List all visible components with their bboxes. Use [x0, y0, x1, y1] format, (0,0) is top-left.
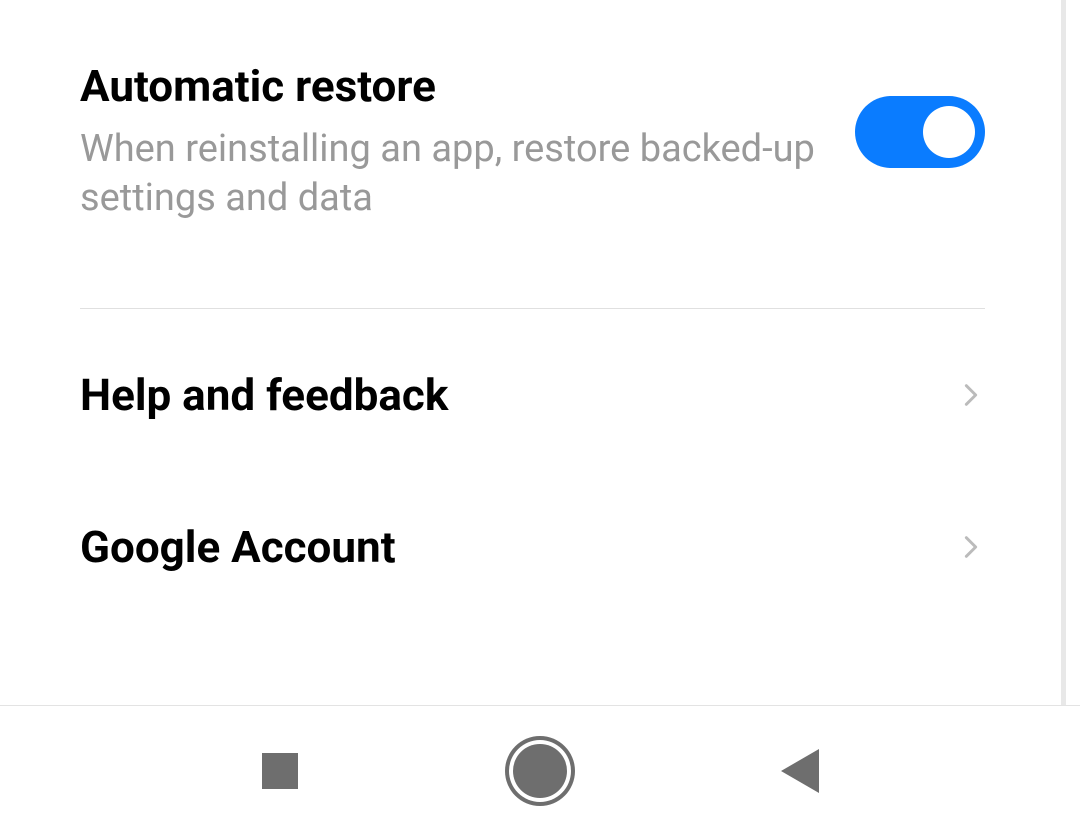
toggle-knob [923, 106, 975, 158]
home-button[interactable] [510, 741, 570, 801]
scrollbar-track [1061, 0, 1066, 705]
help-feedback-title: Help and feedback [80, 369, 448, 421]
triangle-icon [781, 749, 819, 793]
chevron-right-icon [957, 381, 985, 409]
automatic-restore-title: Automatic restore [80, 60, 815, 113]
automatic-restore-text: Automatic restore When reinstalling an a… [80, 60, 855, 224]
automatic-restore-subtitle: When reinstalling an app, restore backed… [80, 125, 815, 224]
google-account-row[interactable]: Google Account [80, 481, 985, 633]
help-feedback-row[interactable]: Help and feedback [80, 309, 985, 481]
settings-content: Automatic restore When reinstalling an a… [0, 0, 1065, 633]
google-account-title: Google Account [80, 521, 396, 573]
circle-icon [513, 744, 567, 798]
android-navigation-bar [0, 705, 1080, 836]
square-icon [262, 753, 298, 789]
chevron-right-icon [957, 533, 985, 561]
automatic-restore-row[interactable]: Automatic restore When reinstalling an a… [80, 60, 985, 272]
back-button[interactable] [770, 741, 830, 801]
recent-apps-button[interactable] [250, 741, 310, 801]
automatic-restore-toggle[interactable] [855, 96, 985, 168]
